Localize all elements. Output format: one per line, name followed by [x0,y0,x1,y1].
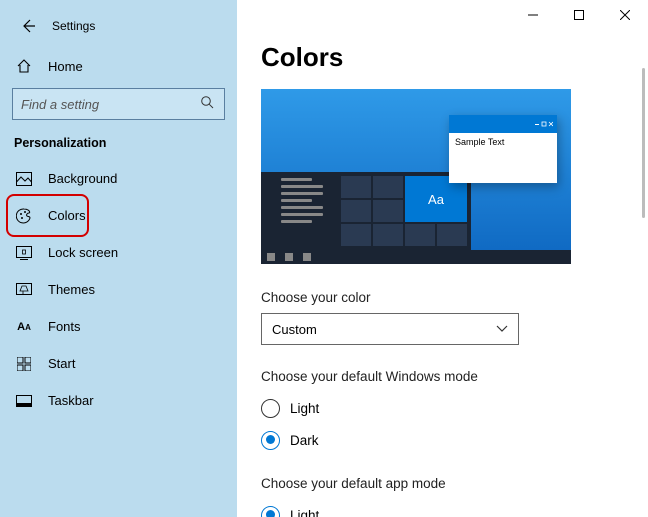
sidebar: Settings Home Personalization Background [0,0,237,517]
sidebar-item-start[interactable]: Start [0,345,237,382]
settings-window: Settings Home Personalization Background [0,0,648,517]
sidebar-item-label: Lock screen [48,245,118,260]
content-pane: Colors Aa [237,0,648,517]
app-mode-group: Light Dark [261,499,648,517]
preview-taskbar [261,250,571,264]
home-nav[interactable]: Home [0,48,237,84]
search-box[interactable] [12,88,225,120]
search-input[interactable] [21,97,200,112]
dropdown-value: Custom [272,322,317,337]
sidebar-item-lock-screen[interactable]: Lock screen [0,234,237,271]
home-icon [14,58,34,74]
preview-start-menu: Aa [261,172,471,250]
back-button[interactable] [14,12,42,40]
windows-mode-light[interactable]: Light [261,392,648,424]
windows-mode-dark[interactable]: Dark [261,424,648,456]
taskbar-icon [14,395,34,407]
preview-window-controls [535,121,553,127]
home-label: Home [48,59,83,74]
windows-mode-group: Light Dark [261,392,648,456]
sidebar-item-label: Start [48,356,75,371]
windows-mode-label: Choose your default Windows mode [261,369,648,384]
picture-icon [14,172,34,186]
tutorial-highlight [6,194,89,237]
radio-label: Light [290,508,319,517]
radio-icon [261,431,280,450]
radio-icon [261,506,280,517]
maximize-button[interactable] [556,0,602,30]
radio-label: Dark [290,433,319,448]
minimize-button[interactable] [510,0,556,30]
close-button[interactable] [602,0,648,30]
window-controls [510,0,648,30]
sidebar-item-background[interactable]: Background [0,160,237,197]
sidebar-item-label: Taskbar [48,393,94,408]
section-label: Personalization [0,126,237,160]
sidebar-item-fonts[interactable]: AA Fonts [0,308,237,345]
sidebar-item-label: Fonts [48,319,81,334]
radio-label: Light [290,401,319,416]
color-preview: Aa Sample Text [261,89,571,264]
sidebar-item-taskbar[interactable]: Taskbar [0,382,237,419]
lock-screen-icon [14,246,34,260]
app-mode-label: Choose your default app mode [261,476,648,491]
search-wrap [0,84,237,126]
sidebar-item-label: Themes [48,282,95,297]
sidebar-item-label: Background [48,171,117,186]
choose-color-label: Choose your color [261,290,648,305]
themes-icon [14,283,34,297]
fonts-icon: AA [14,321,34,333]
sidebar-header: Settings [0,10,237,42]
page-title: Colors [261,42,648,73]
preview-sample-window: Sample Text [449,115,557,183]
app-mode-light[interactable]: Light [261,499,648,517]
app-title: Settings [52,19,95,33]
scrollbar[interactable] [642,68,645,218]
choose-color-dropdown[interactable]: Custom [261,313,519,345]
sidebar-item-colors[interactable]: Colors [0,197,237,234]
preview-sample-text: Sample Text [449,133,557,151]
sidebar-item-themes[interactable]: Themes [0,271,237,308]
radio-icon [261,399,280,418]
start-icon [14,357,34,371]
search-icon [200,95,216,114]
chevron-down-icon [496,325,508,333]
